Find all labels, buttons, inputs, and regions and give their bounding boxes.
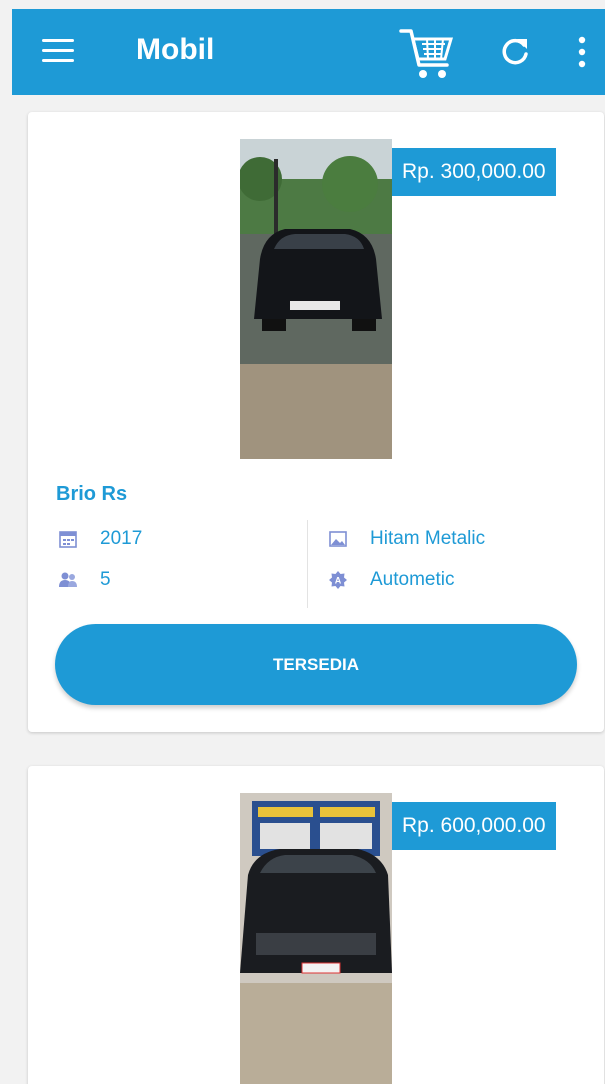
transmission-value: Autometic bbox=[370, 569, 455, 590]
people-icon bbox=[59, 572, 77, 587]
price-tag: Rp. 300,000.00 bbox=[392, 148, 556, 196]
seats-spec: 5 bbox=[58, 569, 111, 591]
app-bar: Mobil bbox=[12, 9, 605, 95]
year-spec: 2017 bbox=[58, 528, 142, 550]
svg-text:A: A bbox=[335, 576, 342, 586]
gear-badge-icon: A bbox=[329, 571, 347, 589]
shopping-cart-icon[interactable] bbox=[397, 23, 457, 83]
color-spec: Hitam Metalic bbox=[328, 528, 485, 550]
transmission-spec: A Autometic bbox=[328, 569, 454, 591]
color-value: Hitam Metalic bbox=[370, 528, 486, 549]
price-tag: Rp. 600,000.00 bbox=[392, 802, 556, 850]
image-icon bbox=[329, 531, 347, 547]
refresh-icon[interactable] bbox=[499, 35, 531, 67]
hamburger-menu-icon[interactable] bbox=[42, 39, 74, 63]
year-value: 2017 bbox=[100, 528, 143, 549]
car-name: Brio Rs bbox=[56, 483, 128, 505]
seats-value: 5 bbox=[100, 569, 111, 590]
car-photo bbox=[240, 139, 392, 459]
spec-divider bbox=[307, 520, 308, 608]
car-card[interactable]: Rp. 600,000.00 bbox=[28, 766, 604, 1084]
availability-button[interactable]: TERSEDIA bbox=[55, 624, 577, 705]
car-card[interactable]: Rp. 300,000.00 Brio Rs 2017 5 Hitam Meta… bbox=[28, 112, 604, 732]
car-photo bbox=[240, 793, 392, 1084]
more-vert-icon[interactable] bbox=[572, 34, 592, 70]
calendar-icon bbox=[59, 531, 77, 548]
page-title: Mobil bbox=[136, 33, 215, 66]
